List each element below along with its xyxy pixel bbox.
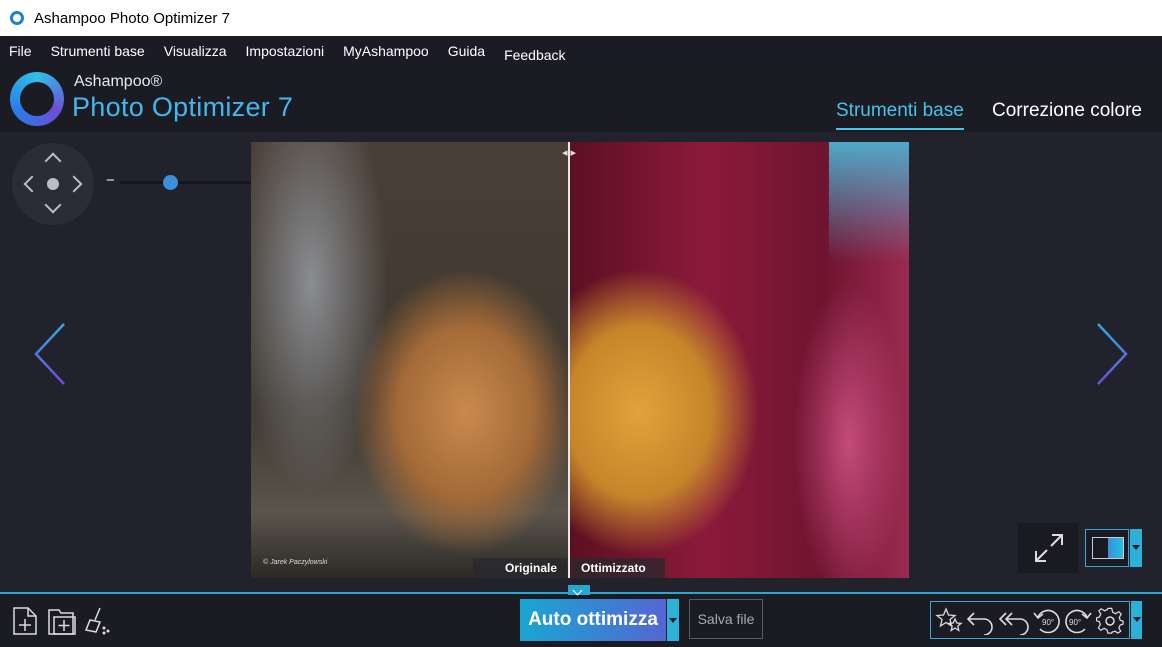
photo-preview[interactable]: ◂ ▸ © Jarek Paczylowski Originale Ottimi…: [251, 142, 909, 578]
menu-file[interactable]: File: [9, 43, 32, 59]
logo-icon: [10, 72, 64, 126]
favorites-icon[interactable]: [935, 607, 963, 635]
split-view-icon: [1092, 537, 1124, 559]
rotate-right-90-icon[interactable]: 90°: [1063, 607, 1093, 635]
zoom-out-button[interactable]: −: [106, 172, 115, 189]
undo-icon[interactable]: [966, 607, 996, 635]
window-title: Ashampoo Photo Optimizer 7: [34, 9, 230, 27]
zoom-slider[interactable]: − +: [106, 171, 266, 190]
main-area: − + ◂ ▸ © Jarek Paczylowski Originale Ot…: [0, 132, 1162, 592]
tab-color-correction[interactable]: Correzione colore: [992, 100, 1142, 128]
rotate-left-90-icon[interactable]: 90°: [1032, 607, 1062, 635]
compare-view-button[interactable]: [1085, 529, 1129, 567]
pan-down-icon[interactable]: [44, 196, 62, 214]
chevron-right-icon: [1097, 323, 1128, 385]
settings-icon[interactable]: [1096, 607, 1124, 635]
pan-left-icon[interactable]: [23, 175, 41, 193]
new-file-icon[interactable]: [12, 606, 38, 636]
label-original: Originale: [473, 558, 567, 578]
pan-right-icon[interactable]: [65, 175, 83, 193]
tab-basic-tools[interactable]: Strumenti base: [836, 100, 964, 130]
compare-view-dropdown[interactable]: [1130, 529, 1142, 567]
previous-image-button[interactable]: [26, 322, 76, 392]
fullscreen-button[interactable]: [1018, 523, 1078, 573]
brand-name: Ashampoo®: [74, 73, 163, 90]
menu-view[interactable]: Visualizza: [164, 43, 227, 59]
photo-credit: © Jarek Paczylowski: [263, 559, 328, 566]
svg-text:90°: 90°: [1069, 618, 1081, 627]
optimized-image-highlight: [829, 142, 909, 262]
edit-tools-group: 90° 90°: [930, 601, 1130, 639]
chevron-left-icon: [34, 323, 65, 385]
save-file-button[interactable]: Salva file: [689, 599, 763, 639]
zoom-handle[interactable]: [162, 175, 178, 190]
undo-all-icon[interactable]: [998, 607, 1030, 635]
menu-help[interactable]: Guida: [448, 43, 485, 59]
pan-up-icon[interactable]: [44, 152, 62, 170]
panel-expand-button[interactable]: [568, 585, 590, 595]
pan-control[interactable]: [12, 143, 94, 225]
original-image: [251, 142, 569, 578]
menu-basic-tools[interactable]: Strumenti base: [51, 43, 145, 59]
menu-feedback[interactable]: Feedback: [504, 47, 565, 63]
menu-bar: File Strumenti base Visualizza Impostazi…: [0, 36, 1162, 66]
divider-arrows-icon[interactable]: ◂ ▸: [555, 146, 583, 160]
auto-optimize-dropdown[interactable]: [667, 599, 679, 641]
app-icon: [10, 11, 24, 25]
menu-myashampoo[interactable]: MyAshampoo: [343, 43, 429, 59]
new-folder-icon[interactable]: [47, 606, 77, 636]
expand-icon: [1035, 534, 1063, 562]
label-optimized: Ottimizzato: [571, 558, 665, 578]
compare-divider[interactable]: [568, 142, 570, 578]
product-name: Photo Optimizer 7: [72, 92, 294, 122]
edit-tools-dropdown[interactable]: [1131, 601, 1142, 639]
svg-text:90°: 90°: [1042, 618, 1054, 627]
title-bar: Ashampoo Photo Optimizer 7: [0, 0, 1162, 36]
optimized-image: [569, 142, 909, 578]
menu-settings[interactable]: Impostazioni: [246, 43, 325, 59]
app-header: Ashampoo® Photo Optimizer 7 Strumenti ba…: [0, 66, 1162, 132]
auto-optimize-button[interactable]: Auto ottimizza: [520, 599, 666, 641]
zoom-track[interactable]: [120, 181, 260, 184]
next-image-button[interactable]: [1090, 322, 1140, 392]
pan-center-icon[interactable]: [47, 178, 59, 190]
clean-brush-icon[interactable]: [84, 606, 112, 636]
bottom-toolbar: Auto ottimizza Salva file 90° 90°: [0, 585, 1162, 647]
